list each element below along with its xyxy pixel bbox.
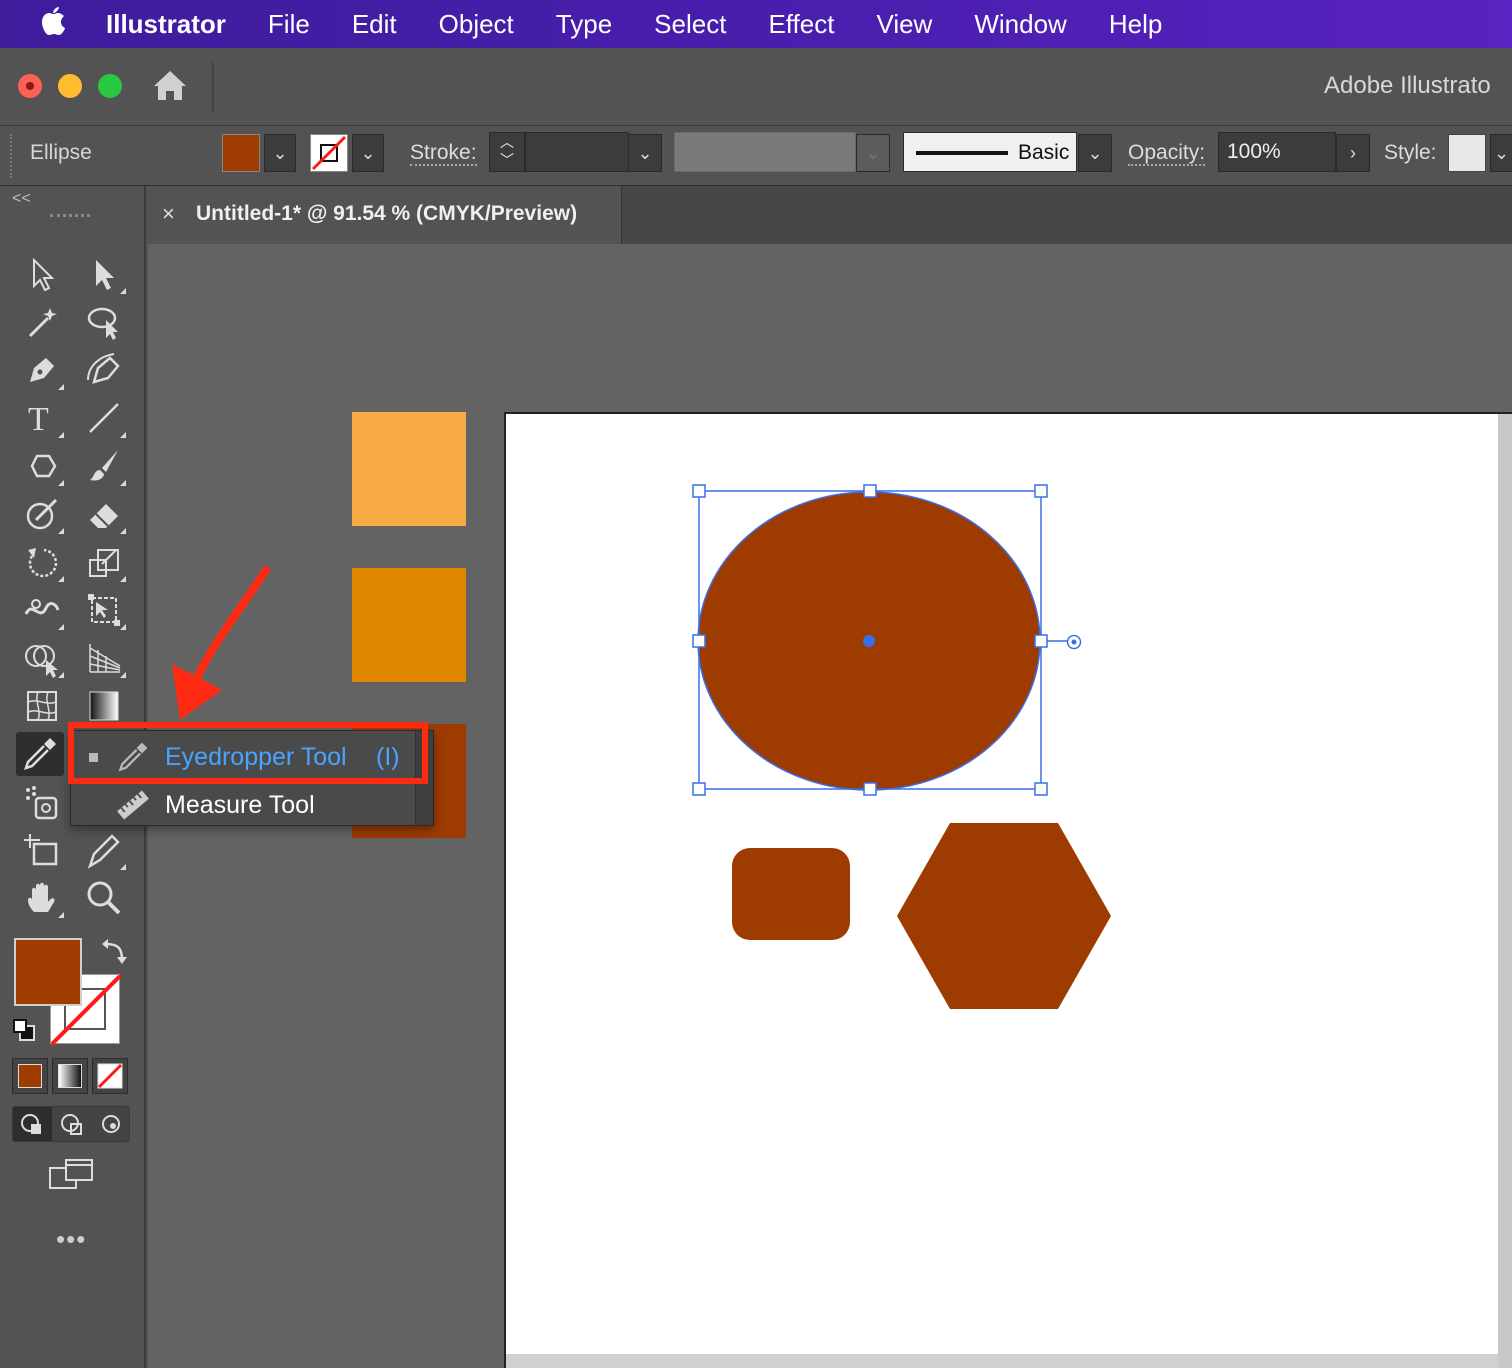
center-point: [863, 635, 875, 647]
pie-widget-handle[interactable]: [1066, 634, 1082, 650]
resize-handle-n[interactable]: [863, 484, 877, 498]
rounded-rectangle-shape[interactable]: [732, 848, 850, 940]
ruler-icon: [115, 787, 151, 823]
resize-handle-sw[interactable]: [692, 782, 706, 796]
flyout-item-measure[interactable]: Measure Tool: [71, 781, 415, 829]
resize-handle-se[interactable]: [1034, 782, 1048, 796]
resize-handle-s[interactable]: [863, 782, 877, 796]
resize-handle-nw[interactable]: [692, 484, 706, 498]
resize-handle-w[interactable]: [692, 634, 706, 648]
resize-handle-e[interactable]: [1034, 634, 1048, 648]
hexagon-shape[interactable]: [897, 823, 1111, 1009]
red-highlight-annotation: [68, 722, 428, 784]
artwork-layer: [172, 484, 1111, 1009]
flyout-item-label: Measure Tool: [165, 791, 315, 819]
red-arrow-annotation: [172, 566, 270, 720]
resize-handle-ne[interactable]: [1034, 484, 1048, 498]
